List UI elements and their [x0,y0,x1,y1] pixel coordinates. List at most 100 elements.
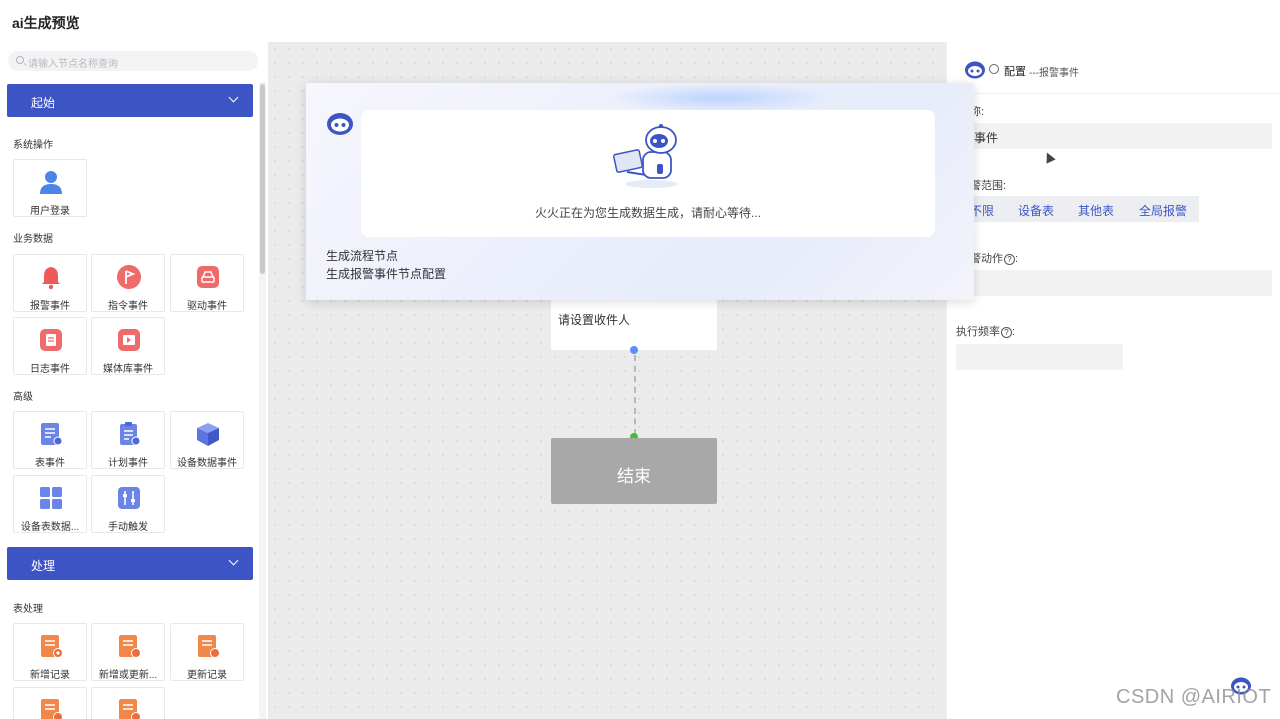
recipient-node-text: 请设置收件人 [558,313,631,327]
edge-line [634,355,636,435]
add-record-icon [41,635,63,658]
scope-option-other-table[interactable]: 其他表 [1078,202,1114,219]
tile-label: 设备表数据... [20,522,80,533]
grid-icon [40,487,62,509]
config-title: 配置 [1004,66,1026,78]
robot-avatar-icon [327,113,353,135]
tile-label: 手动触发 [108,522,148,533]
search-input[interactable]: 请输入节点名称查询 [8,51,258,71]
app-title: ai生成预览 [12,15,80,31]
frequency-label: 执行频率?: [956,323,1015,339]
tile-upsert-record[interactable]: 新增或更新... [91,623,165,681]
scope-label: 警范围: [970,180,1007,192]
generation-step: 生成报警事件节点配置 [326,267,447,281]
robot-avatar-icon [965,61,985,79]
name-input[interactable]: 警事件 [956,123,1272,149]
tile-label: 表事件 [35,458,65,469]
query-record-icon [119,699,141,719]
delete-record-icon [41,699,63,719]
help-icon[interactable]: ? [1004,254,1015,265]
action-label-colon: : [1015,253,1019,265]
section-process-label: 处理 [31,559,56,573]
chevron-down-icon[interactable] [228,92,239,103]
update-record-icon [198,635,220,658]
tile-table-event[interactable]: 表事件 [13,411,87,469]
log-icon [40,329,62,351]
tile-alarm-event[interactable]: 报警事件 [13,254,87,312]
tile-update-record[interactable]: 更新记录 [170,623,244,681]
tile-label: 媒体库事件 [103,364,153,375]
tile-label: 新增记录 [30,670,70,681]
end-node[interactable]: 结束 [551,438,717,504]
config-panel-header: 配置 ---报警事件 [947,42,1280,94]
media-icon [118,329,140,351]
group-title-table-ops: 表处理 [13,604,43,615]
decorative-glow [606,83,836,113]
tile-label: 更新记录 [187,670,227,681]
sliders-icon [118,487,140,509]
action-label: 警动作?: [970,250,1018,266]
tile-label: 驱动事件 [187,301,227,312]
node-sidebar: 请输入节点名称查询 起始 系统操作 用户登录 业务数据 报警事件 指令事件 驱动… [0,42,266,719]
tile-command-event[interactable]: 指令事件 [91,254,165,312]
tile-label: 用户登录 [30,206,70,217]
action-label-text: 警动作 [970,253,1003,265]
flag-icon [117,265,141,289]
tile-media-event[interactable]: 媒体库事件 [91,317,165,375]
drive-icon [197,266,219,288]
scope-option-global[interactable]: 全局报警 [1139,202,1187,219]
tile-manual-trigger[interactable]: 手动触发 [91,475,165,533]
tile-delete-record[interactable] [13,687,87,719]
table-event-icon [41,423,63,446]
section-start[interactable]: 起始 [7,84,253,117]
user-icon [40,171,62,194]
recipient-node[interactable]: 请设置收件人 [551,298,717,350]
tile-label: 报警事件 [30,301,70,312]
frequency-label-colon: : [1012,326,1016,338]
group-title-advanced: 高级 [13,392,33,403]
loading-message: 火火正在为您生成数据生成，请耐心等待... [534,206,761,220]
node-output-port[interactable] [630,346,638,354]
tile-device-data-event[interactable]: 设备数据事件 [170,411,244,469]
section-start-label: 起始 [31,96,56,110]
tile-device-table-data[interactable]: 设备表数据... [13,475,87,533]
tile-label: 日志事件 [30,364,70,375]
loading-card: 火火正在为您生成数据生成，请耐心等待... [361,110,935,237]
end-node-text: 结束 [617,467,651,486]
config-panel: 配置 ---报警事件 称: 警事件 警范围: 不限 设备表 其他表 全局报警 警… [946,42,1280,719]
tile-label: 计划事件 [108,458,148,469]
tile-label: 指令事件 [108,301,148,312]
tile-user-login[interactable]: 用户登录 [13,159,87,217]
scope-option-device-table[interactable]: 设备表 [1018,202,1054,219]
tile-driver-event[interactable]: 驱动事件 [170,254,244,312]
generation-step: 生成流程节点 [326,249,399,263]
top-bar: ai生成预览 [0,0,1280,42]
frequency-label-text: 执行频率 [956,326,1000,338]
scope-segmented-control: 不限 设备表 其他表 全局报警 [956,196,1199,222]
group-title-system: 系统操作 [13,140,53,151]
chevron-down-icon[interactable] [228,555,239,566]
schedule-icon [120,422,141,446]
section-process[interactable]: 处理 [7,547,253,580]
tile-label: 设备数据事件 [177,458,237,469]
cube-icon [197,423,219,446]
ai-generation-dialog: 火火正在为您生成数据生成，请耐心等待... 生成流程节点 生成报警事件节点配置 [306,83,974,300]
upsert-record-icon [119,635,141,658]
search-icon [16,56,24,64]
frequency-input[interactable] [956,344,1123,370]
action-input[interactable] [956,270,1272,296]
robot-laptop-illustration-icon [613,124,677,188]
tile-query-record[interactable] [91,687,165,719]
gear-icon [989,64,999,74]
tile-label: 新增或更新... [98,670,158,681]
watermark: CSDN @AIRIOT [1116,686,1272,708]
config-subtitle: ---报警事件 [1029,68,1079,79]
search-placeholder: 请输入节点名称查询 [28,59,118,70]
tile-log-event[interactable]: 日志事件 [13,317,87,375]
bell-icon [42,267,60,290]
tile-schedule-event[interactable]: 计划事件 [91,411,165,469]
group-title-business: 业务数据 [13,234,53,245]
tile-add-record[interactable]: 新增记录 [13,623,87,681]
sidebar-scrollbar-thumb[interactable] [260,84,265,274]
help-icon[interactable]: ? [1001,327,1012,338]
